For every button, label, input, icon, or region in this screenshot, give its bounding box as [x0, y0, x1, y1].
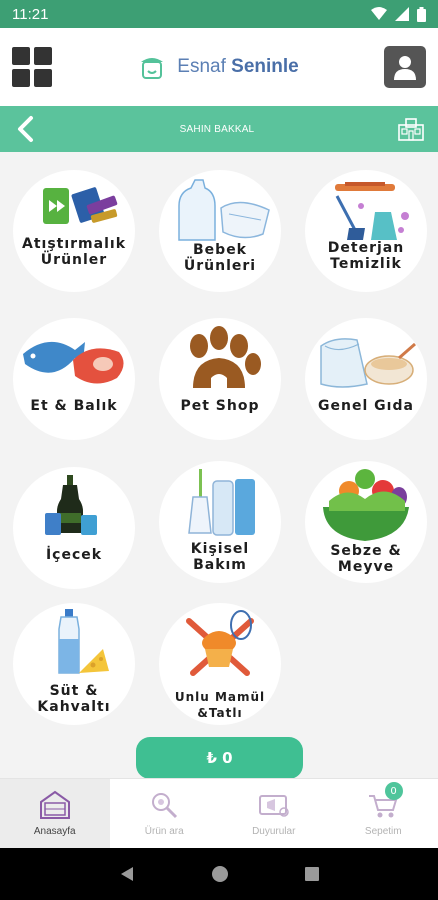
status-bar: 11:21: [0, 0, 438, 28]
category-label: İçecek: [45, 547, 103, 563]
recents-square-icon[interactable]: [304, 866, 320, 882]
system-navigation-bar: [0, 848, 438, 900]
battery-icon: [417, 6, 426, 22]
cart-total-button[interactable]: ₺ 0: [136, 737, 303, 779]
brand-name-bold: Seninle: [231, 56, 299, 77]
shop-logo-icon: [141, 58, 164, 79]
category-label-line2: Meyve: [337, 559, 395, 575]
brand-logo: Esnaf Seninle: [137, 52, 299, 82]
store-title: SAHIN BAKKAL: [179, 123, 255, 135]
snacks-icon: [43, 187, 118, 224]
nav-announcements[interactable]: Duyurular: [219, 779, 329, 848]
category-pet-shop[interactable]: Pet Shop: [159, 318, 281, 440]
meat-fish-icon: [23, 341, 124, 384]
category-label: Sebze &: [330, 543, 402, 559]
paw-icon: [190, 326, 261, 388]
category-beverages[interactable]: İçecek: [13, 467, 135, 589]
category-label: Unlu Mamül: [174, 690, 266, 704]
category-label: Bebek: [193, 242, 247, 258]
category-label-line2: Ürünleri: [183, 258, 257, 274]
category-label-line2: &Tatlı: [197, 706, 243, 720]
category-label: Genel Gıda: [318, 398, 414, 414]
category-label: Kişisel: [190, 541, 250, 557]
back-triangle-icon[interactable]: [118, 865, 136, 883]
category-personal-care[interactable]: Kişisel Bakım: [159, 461, 281, 583]
menu-grid-icon[interactable]: [12, 47, 52, 87]
category-meat-fish[interactable]: Et & Balık: [13, 318, 135, 440]
signal-icon: [395, 7, 409, 21]
drinks-icon: [45, 475, 97, 535]
cart-total: ₺ 0: [206, 749, 233, 767]
category-label: Atıştırmalık: [22, 236, 126, 252]
category-label: Pet Shop: [180, 398, 260, 414]
announcement-icon: [258, 795, 289, 817]
nav-home[interactable]: Anasayfa: [0, 779, 110, 848]
product-search-icon: [152, 793, 178, 819]
back-arrow-icon[interactable]: [14, 115, 36, 143]
category-label: Süt &: [49, 683, 99, 699]
nav-cart[interactable]: Sepetim 0: [329, 779, 438, 848]
category-vegetables-fruit[interactable]: Sebze & Meyve: [305, 461, 427, 583]
category-label-line2: Temizlik: [330, 256, 402, 272]
category-baby[interactable]: Bebek Ürünleri: [159, 170, 281, 292]
store-building-icon[interactable]: [398, 117, 424, 141]
category-label-line2: Kahvaltı: [37, 699, 111, 715]
nav-home-label: Anasayfa: [33, 826, 76, 837]
category-label-line2: Bakım: [193, 557, 247, 573]
category-bakery-dessert[interactable]: Unlu Mamül &Tatlı: [159, 603, 281, 725]
nav-cart-label: Sepetim: [364, 826, 402, 837]
category-dairy-breakfast[interactable]: Süt & Kahvaltı: [13, 603, 135, 725]
profile-button[interactable]: [383, 46, 426, 88]
nav-product-search[interactable]: Ürün ara: [110, 779, 220, 848]
category-label: Et & Balık: [30, 398, 118, 414]
user-icon: [393, 56, 416, 80]
cart-count-badge: 0: [384, 782, 403, 800]
food-sack-icon: [320, 338, 416, 388]
store-header: SAHIN BAKKAL: [0, 106, 438, 152]
wifi-icon: [371, 7, 387, 20]
home-circle-icon[interactable]: [211, 865, 229, 883]
home-icon: [39, 790, 70, 819]
nav-product-search-label: Ürün ara: [144, 826, 184, 837]
category-label-line2: Ürünler: [40, 252, 108, 268]
category-snacks[interactable]: Atıştırmalık Ürünler: [13, 170, 135, 292]
bottom-navigation: Anasayfa Ürün ara Duyurular Sepetim 0: [0, 778, 438, 848]
nav-announcements-label: Duyurular: [252, 826, 296, 837]
status-time: 11:21: [12, 5, 49, 23]
brand-name-regular: Esnaf: [177, 56, 232, 77]
category-detergent[interactable]: Deterjan Temizlik: [305, 170, 427, 292]
cleaning-icon: [335, 182, 409, 240]
category-general-food[interactable]: Genel Gıda: [305, 318, 427, 440]
category-label: Deterjan: [327, 240, 405, 256]
app-header: Esnaf Seninle: [0, 28, 438, 106]
